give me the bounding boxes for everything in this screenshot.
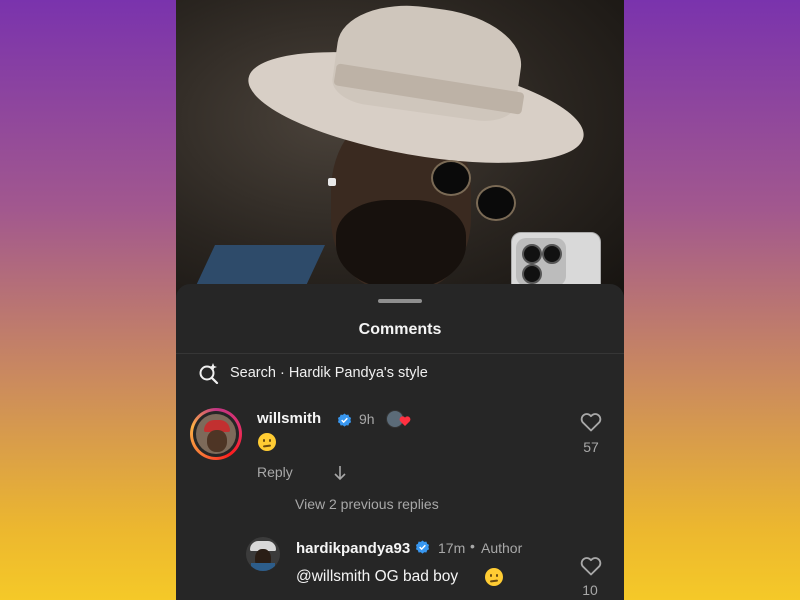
comments-sheet: Comments Search · Hardik Pandya's style …	[176, 284, 624, 600]
search-label: Search · Hardik Pandya's style	[230, 365, 428, 381]
like-count: 57	[583, 439, 599, 455]
reply-username[interactable]: hardikpandya93	[296, 540, 410, 557]
emoji-icon	[485, 568, 503, 591]
reply-time: 17m	[438, 540, 466, 556]
verified-badge-icon	[415, 540, 430, 554]
heart-icon	[399, 416, 411, 426]
comment-username[interactable]: willsmith	[257, 410, 321, 427]
post-photo	[176, 0, 624, 305]
drag-handle[interactable]	[378, 299, 422, 303]
verified-badge-icon	[337, 413, 352, 427]
separator-dot: •	[470, 538, 475, 554]
arrow-down-icon[interactable]	[333, 465, 347, 481]
comment-search[interactable]: Search · Hardik Pandya's style	[198, 362, 428, 384]
comment-time: 9h	[359, 411, 375, 427]
heart-outline-icon[interactable]	[580, 556, 602, 576]
sheet-title: Comments	[358, 321, 442, 338]
photo-sunglass-lens	[431, 160, 471, 196]
avatar[interactable]	[246, 537, 280, 571]
reply-button[interactable]: Reply	[257, 464, 293, 480]
photo-sunglass-lens	[476, 185, 516, 221]
phone-screen: Comments Search · Hardik Pandya's style …	[176, 0, 624, 600]
heart-outline-icon[interactable]	[580, 412, 602, 432]
search-sparkle-icon	[199, 363, 219, 384]
photo-phone-camera	[516, 238, 566, 286]
author-badge: Author	[481, 540, 523, 556]
reply-text: @willsmith OG bad boy	[296, 568, 459, 585]
divider	[176, 353, 624, 354]
like-count: 10	[582, 582, 598, 598]
photo-earring	[328, 178, 336, 186]
avatar[interactable]	[190, 408, 242, 460]
emoji-icon	[258, 433, 276, 456]
photo-beard	[336, 200, 466, 290]
view-previous-replies-button[interactable]: View 2 previous replies	[295, 496, 439, 512]
